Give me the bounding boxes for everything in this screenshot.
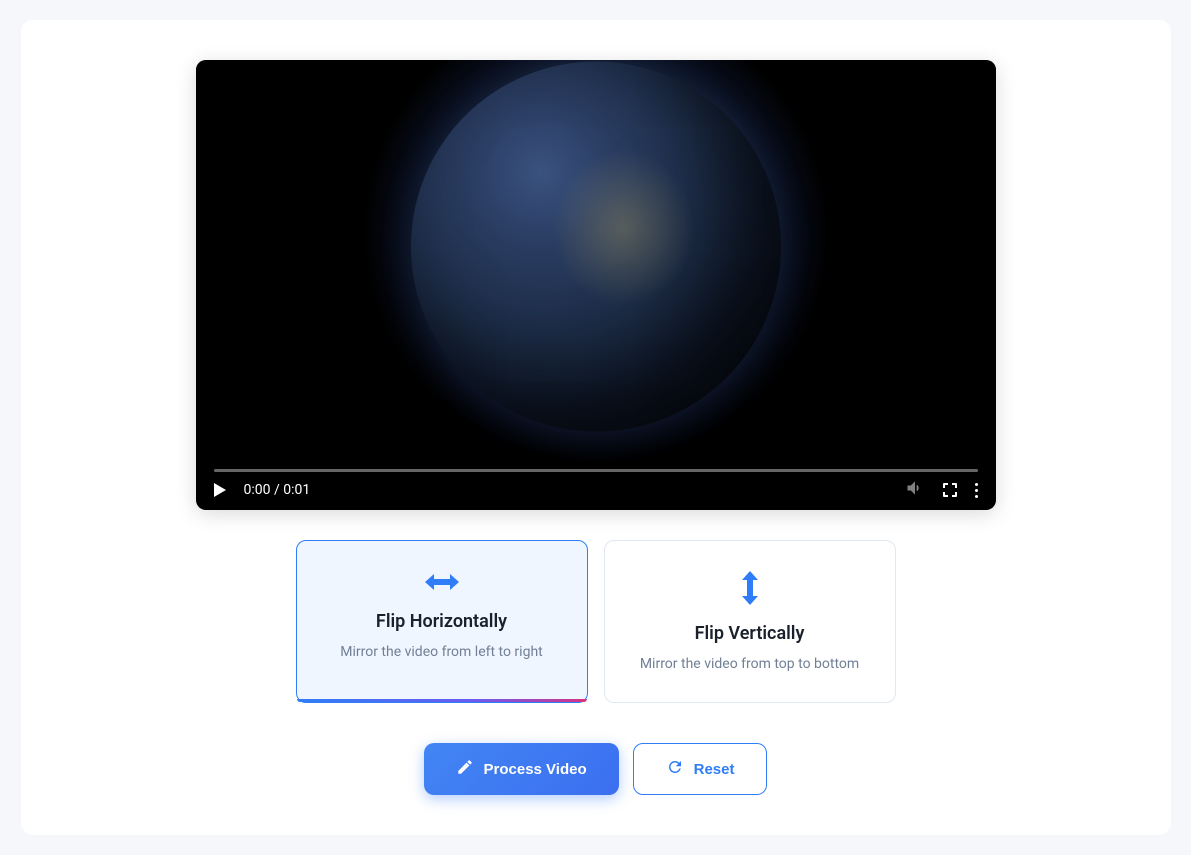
process-video-button[interactable]: Process Video [424, 743, 619, 795]
flip-options: Flip Horizontally Mirror the video from … [61, 540, 1131, 703]
flip-horizontal-option[interactable]: Flip Horizontally Mirror the video from … [296, 540, 588, 703]
arrows-vertical-icon [629, 571, 871, 605]
menu-dots-icon[interactable] [975, 483, 978, 498]
video-frame-globe [411, 62, 781, 432]
video-player[interactable]: 0:00 / 0:01 [196, 60, 996, 510]
option-description: Mirror the video from left to right [321, 644, 563, 660]
option-title: Flip Vertically [629, 623, 871, 644]
video-controls: 0:00 / 0:01 [196, 470, 996, 510]
arrows-horizontal-icon [321, 571, 563, 593]
video-content [196, 60, 996, 470]
fullscreen-icon[interactable] [943, 483, 957, 497]
pencil-icon [456, 758, 474, 780]
action-buttons: Process Video Reset [61, 743, 1131, 795]
redo-icon [666, 758, 684, 780]
reset-button[interactable]: Reset [633, 743, 768, 795]
video-time-display: 0:00 / 0:01 [244, 482, 311, 498]
volume-icon[interactable] [905, 478, 925, 502]
flip-vertical-option[interactable]: Flip Vertically Mirror the video from to… [604, 540, 896, 703]
play-icon[interactable] [214, 483, 226, 497]
option-title: Flip Horizontally [321, 611, 563, 632]
option-description: Mirror the video from top to bottom [629, 656, 871, 672]
button-label: Reset [694, 761, 735, 778]
main-container: 0:00 / 0:01 Flip Horizontally Mirror the… [21, 20, 1171, 835]
button-label: Process Video [484, 761, 587, 778]
